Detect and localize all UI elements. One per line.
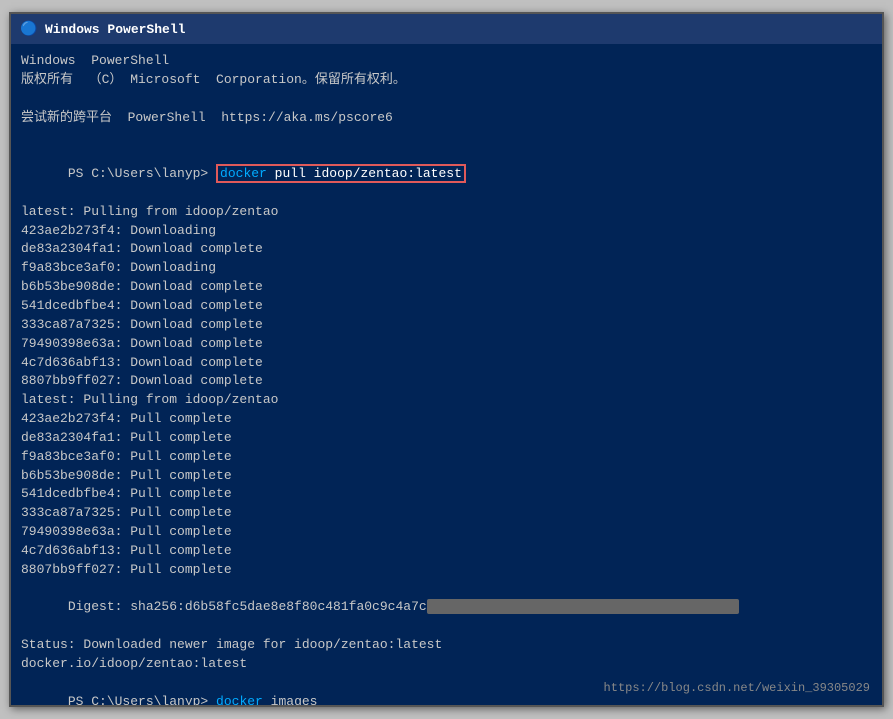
- output-line-9: 8807bb9ff027: Download complete: [21, 372, 872, 391]
- output-line-14: b6b53be908de: Pull complete: [21, 467, 872, 486]
- digest-blurred: [427, 599, 739, 614]
- output-line-15: 541dcedbfbe4: Pull complete: [21, 485, 872, 504]
- docker-keyword-1: docker: [220, 166, 267, 181]
- output-line-18: 4c7d636abf13: Pull complete: [21, 542, 872, 561]
- command2-prompt: PS C:\Users\lanyp>: [68, 694, 216, 705]
- terminal-body[interactable]: Windows PowerShell 版权所有 （C） Microsoft Co…: [11, 44, 882, 705]
- output-line-4: b6b53be908de: Download complete: [21, 278, 872, 297]
- output-line-2: de83a2304fa1: Download complete: [21, 240, 872, 259]
- output-line-16: 333ca87a7325: Pull complete: [21, 504, 872, 523]
- digest-line: Digest: sha256:d6b58fc5dae8e8f80c481fa0c…: [21, 580, 872, 637]
- output-line-6: 333ca87a7325: Download complete: [21, 316, 872, 335]
- command1-highlight: docker pull idoop/zentao:latest: [216, 164, 466, 183]
- intro-line-4: 尝试新的跨平台 PowerShell https://aka.ms/pscore…: [21, 109, 872, 128]
- command2-args: images: [263, 694, 318, 705]
- intro-line-2: 版权所有 （C） Microsoft Corporation。保留所有权利。: [21, 71, 872, 90]
- intro-line-1: Windows PowerShell: [21, 52, 872, 71]
- output-line-12: de83a2304fa1: Pull complete: [21, 429, 872, 448]
- output-line-13: f9a83bce3af0: Pull complete: [21, 448, 872, 467]
- output-line-1: 423ae2b273f4: Downloading: [21, 222, 872, 241]
- title-bar: 🔵 Windows PowerShell: [11, 14, 882, 44]
- powershell-window: 🔵 Windows PowerShell Windows PowerShell …: [9, 12, 884, 707]
- output-line-5: 541dcedbfbe4: Download complete: [21, 297, 872, 316]
- footer-url: https://blog.csdn.net/weixin_39305029: [604, 680, 870, 697]
- output-line-10: latest: Pulling from idoop/zentao: [21, 391, 872, 410]
- command1-prompt: PS C:\Users\lanyp>: [68, 166, 216, 181]
- intro-line-5: [21, 127, 872, 146]
- docker-io-line: docker.io/idoop/zentao:latest: [21, 655, 872, 674]
- output-line-0: latest: Pulling from idoop/zentao: [21, 203, 872, 222]
- status-line: Status: Downloaded newer image for idoop…: [21, 636, 872, 655]
- command1-args: pull idoop/zentao:latest: [267, 166, 462, 181]
- powershell-icon: 🔵: [21, 21, 37, 37]
- output-line-17: 79490398e63a: Pull complete: [21, 523, 872, 542]
- intro-line-3: [21, 90, 872, 109]
- command1-line: PS C:\Users\lanyp> docker pull idoop/zen…: [21, 146, 872, 203]
- digest-prefix: Digest: sha256:d6b58fc5dae8e8f80c481fa0c…: [68, 599, 427, 614]
- output-line-8: 4c7d636abf13: Download complete: [21, 354, 872, 373]
- output-line-3: f9a83bce3af0: Downloading: [21, 259, 872, 278]
- docker-keyword-2: docker: [216, 694, 263, 705]
- output-line-7: 79490398e63a: Download complete: [21, 335, 872, 354]
- output-line-11: 423ae2b273f4: Pull complete: [21, 410, 872, 429]
- output-line-19: 8807bb9ff027: Pull complete: [21, 561, 872, 580]
- window-title: Windows PowerShell: [45, 22, 185, 37]
